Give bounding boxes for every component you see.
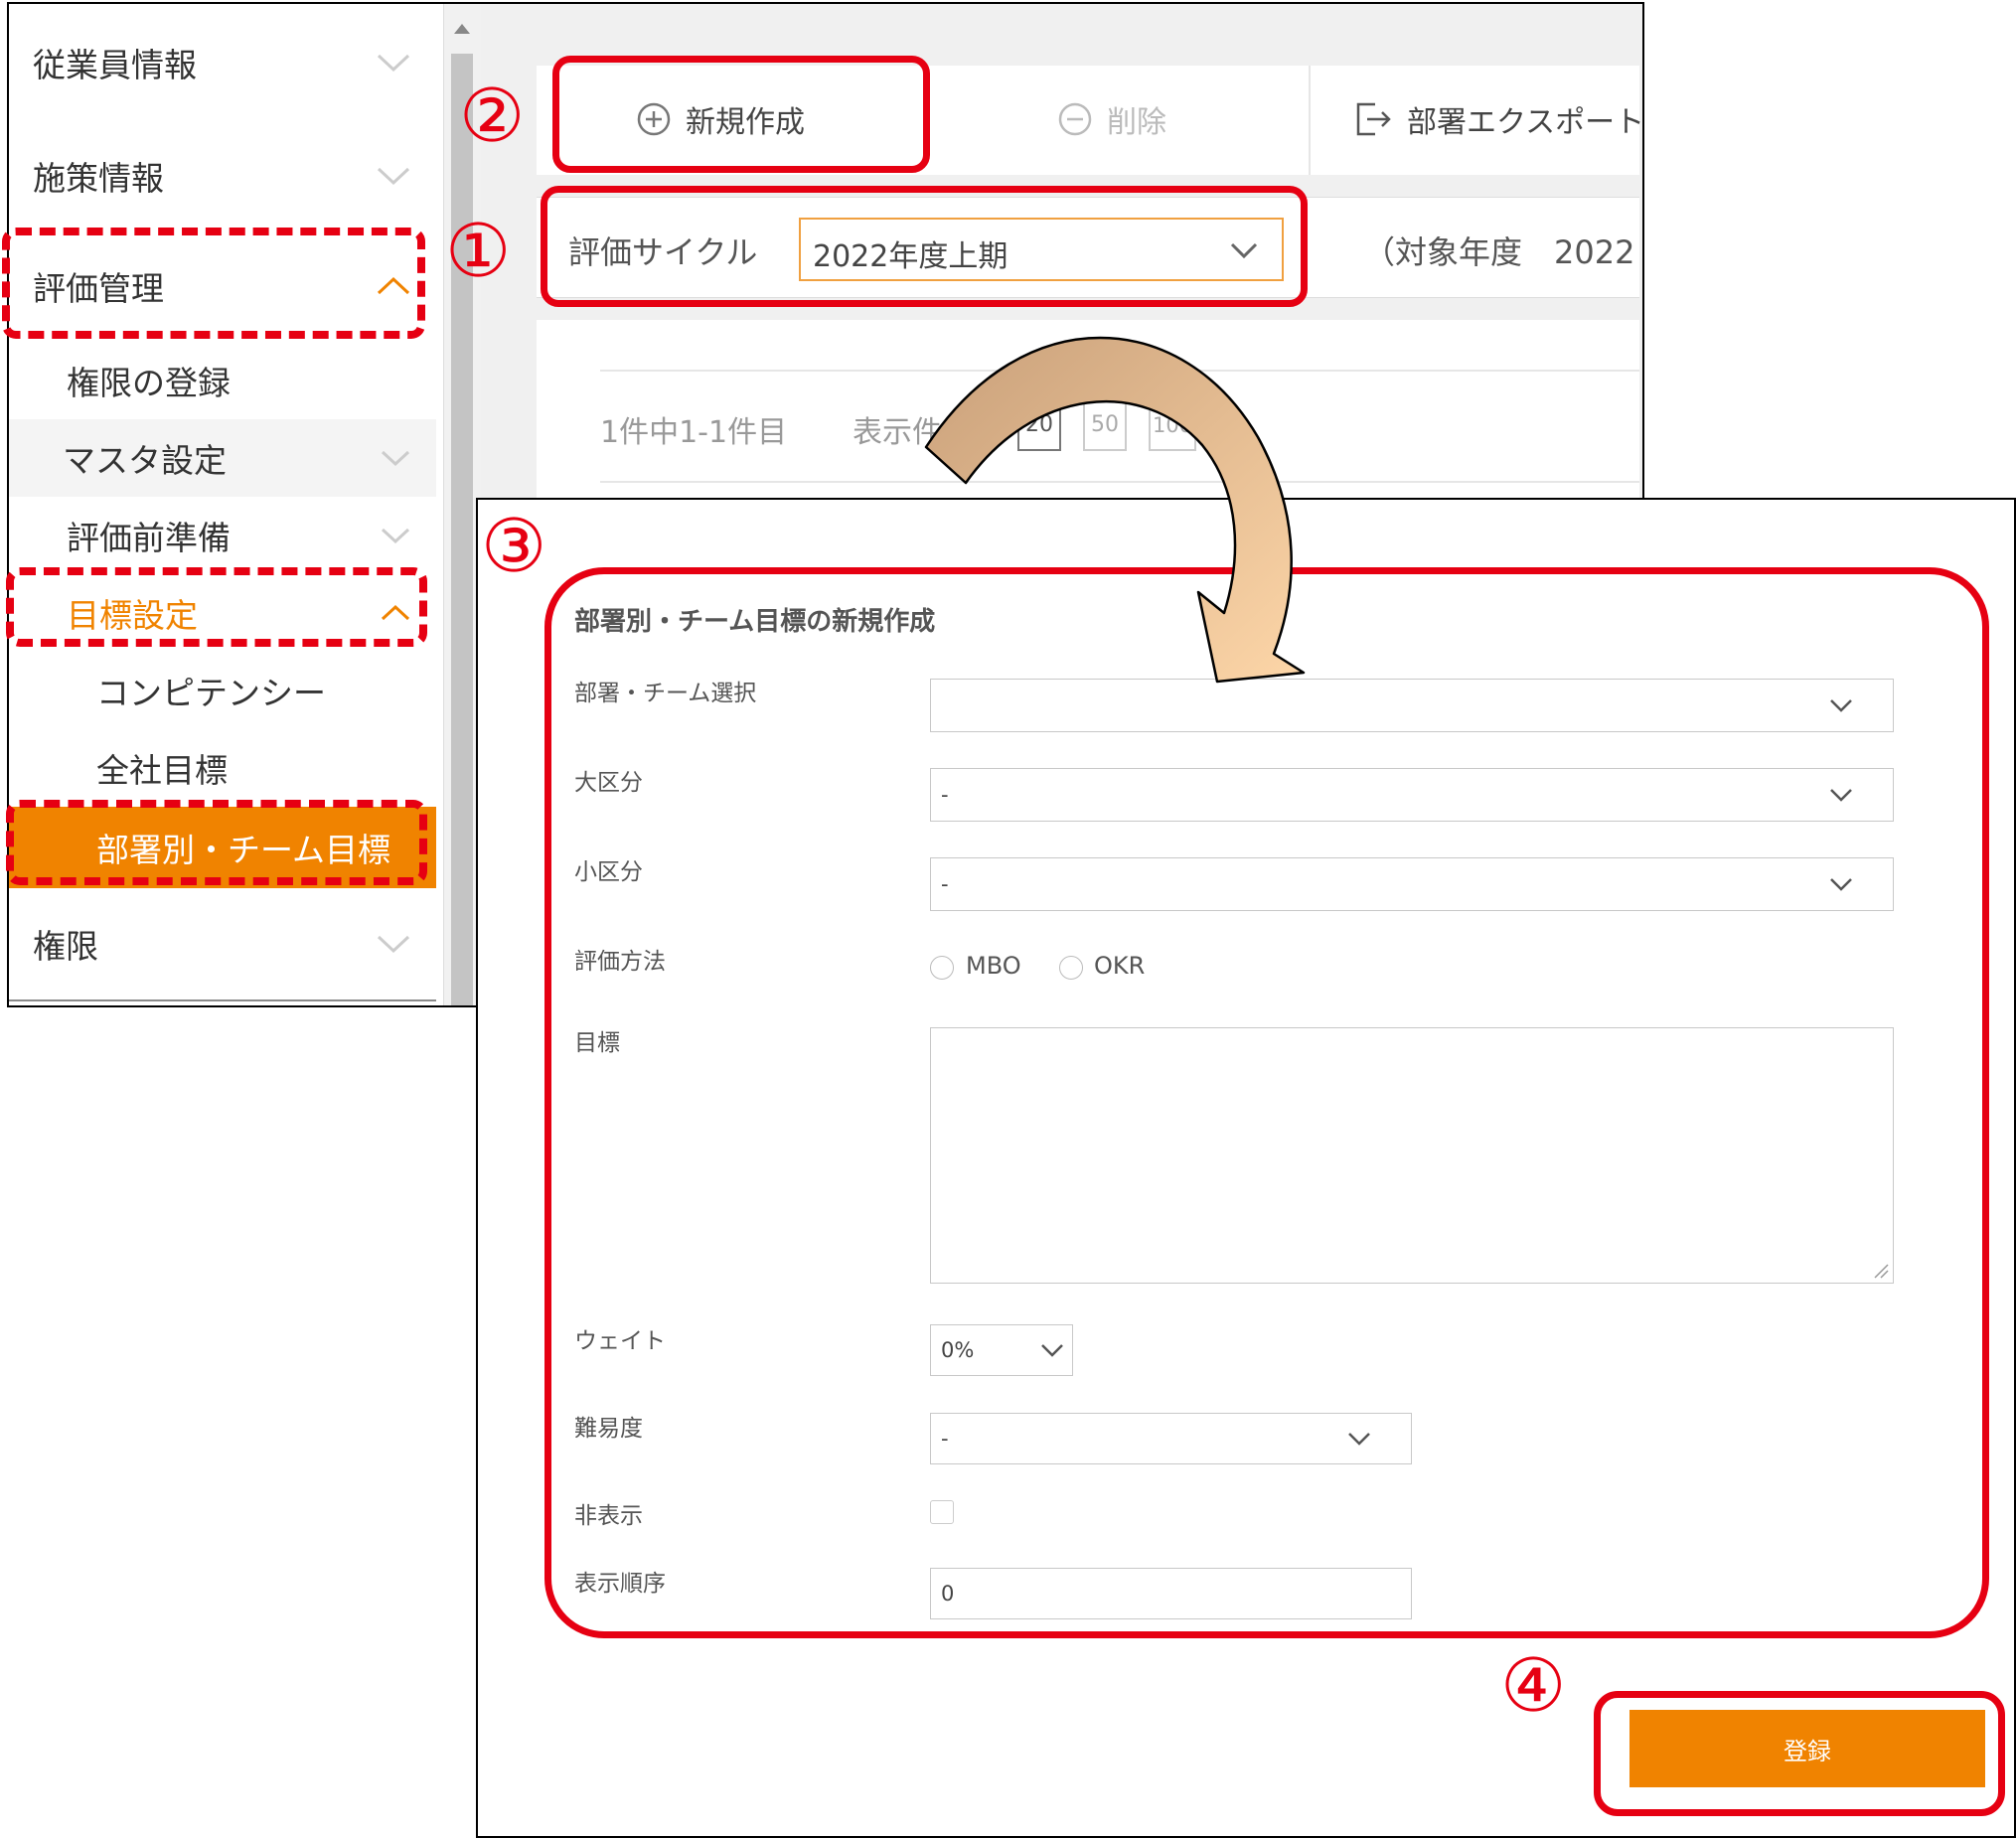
curved-arrow-icon — [924, 336, 1306, 684]
